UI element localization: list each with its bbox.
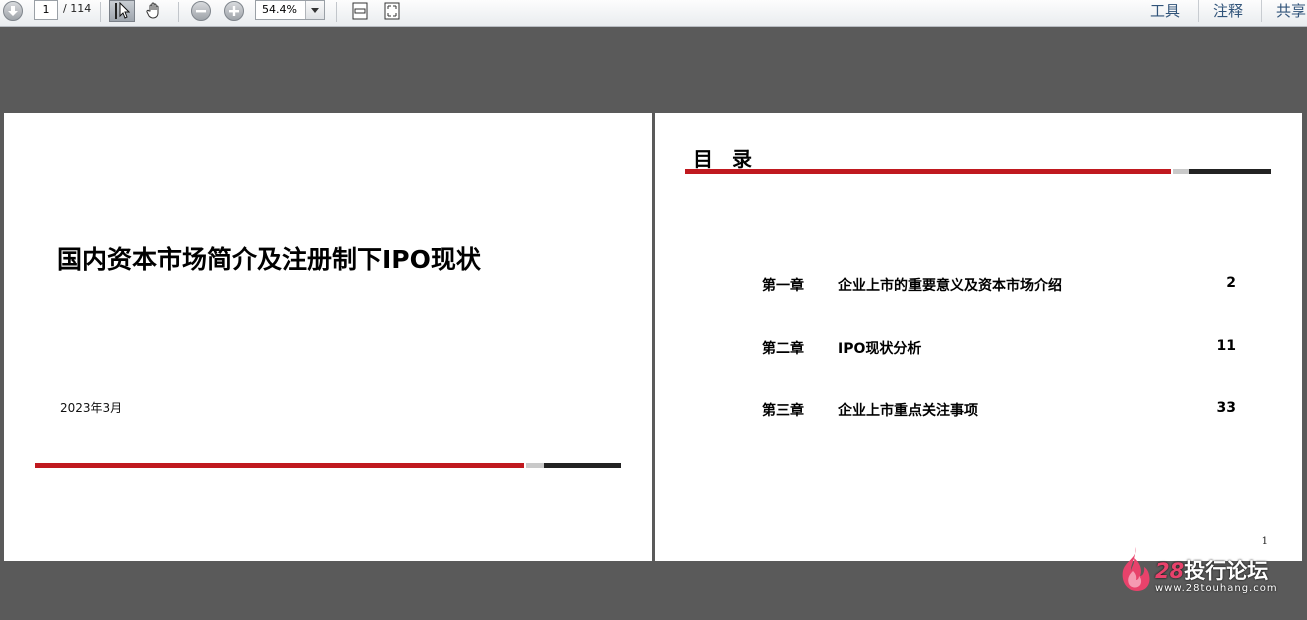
hand-icon — [146, 2, 159, 19]
menu-comment[interactable]: 注释 — [1213, 0, 1243, 21]
document-title: 国内资本市场简介及注册制下IPO现状 — [57, 245, 481, 274]
fit-width-button[interactable] — [349, 0, 371, 22]
watermark: 28投行论坛 www.28touhang.com — [1113, 545, 1303, 595]
zoom-dropdown-button[interactable] — [305, 1, 324, 19]
page-number-input[interactable]: 1 — [34, 0, 58, 20]
menu-divider — [1261, 0, 1262, 22]
accent-bar-grey — [526, 463, 544, 468]
page-total-label: / 114 — [63, 2, 92, 15]
fit-page-icon — [352, 2, 368, 20]
toc-heading: 目 录 — [693, 147, 758, 171]
zoom-out-button[interactable] — [190, 0, 212, 22]
accent-bar-red — [685, 169, 1171, 174]
toc-page-number: 2 — [1226, 275, 1236, 291]
toolbar-divider — [336, 2, 337, 22]
toc-chapter: 第三章 — [762, 403, 804, 419]
document-date: 2023年3月 — [60, 401, 123, 415]
zoom-value: 54.4% — [262, 3, 297, 16]
accent-bar-dark — [1189, 169, 1271, 174]
toolbar-divider — [100, 2, 101, 22]
accent-bar-grey — [1173, 169, 1189, 174]
accent-bar-red — [35, 463, 524, 468]
watermark-number: 28 — [1155, 559, 1185, 583]
zoom-select[interactable]: 54.4% — [255, 0, 325, 20]
menu-tools[interactable]: 工具 — [1150, 0, 1180, 21]
arrow-down-icon — [3, 1, 23, 21]
toc-title: IPO现状分析 — [838, 341, 922, 357]
accent-bar-dark — [544, 463, 621, 468]
toc-entry[interactable]: 第三章 企业上市重点关注事项 33 — [655, 400, 1302, 420]
toc-title: 企业上市重点关注事项 — [838, 403, 978, 419]
toc-title: 企业上市的重要意义及资本市场介绍 — [838, 278, 1062, 294]
watermark-text: 投行论坛 — [1184, 559, 1269, 583]
reader-toolbar: 1 / 114 54.4% 工具 注释 共享 — [0, 0, 1307, 27]
select-tool-button[interactable] — [109, 0, 135, 22]
expand-icon — [384, 2, 400, 20]
toc-chapter: 第一章 — [762, 278, 804, 294]
toc-page-number: 33 — [1216, 400, 1236, 416]
watermark-url: www.28touhang.com — [1155, 583, 1278, 594]
menu-divider — [1198, 0, 1199, 22]
plus-icon — [224, 1, 244, 21]
document-page-toc: 目 录 第一章 企业上市的重要意义及资本市场介绍 2 第二章 IPO现状分析 1… — [655, 113, 1302, 561]
zoom-in-button[interactable] — [223, 0, 245, 22]
toc-page-number: 11 — [1216, 338, 1236, 354]
next-page-button[interactable] — [2, 0, 24, 22]
cursor-arrow-icon — [115, 2, 130, 19]
document-page-cover: 国内资本市场简介及注册制下IPO现状 2023年3月 — [4, 113, 652, 561]
toc-entry[interactable]: 第二章 IPO现状分析 11 — [655, 338, 1302, 358]
flame-logo-icon — [1122, 547, 1150, 591]
toolbar-divider — [178, 2, 179, 22]
caret-down-icon — [311, 7, 319, 13]
minus-icon — [191, 1, 211, 21]
toc-chapter: 第二章 — [762, 341, 804, 357]
hand-tool-button[interactable] — [142, 0, 166, 22]
watermark-brand: 28投行论坛 — [1155, 555, 1268, 585]
menu-share[interactable]: 共享 — [1276, 0, 1306, 21]
full-screen-button[interactable] — [381, 0, 403, 22]
toc-entry[interactable]: 第一章 企业上市的重要意义及资本市场介绍 2 — [655, 275, 1302, 295]
